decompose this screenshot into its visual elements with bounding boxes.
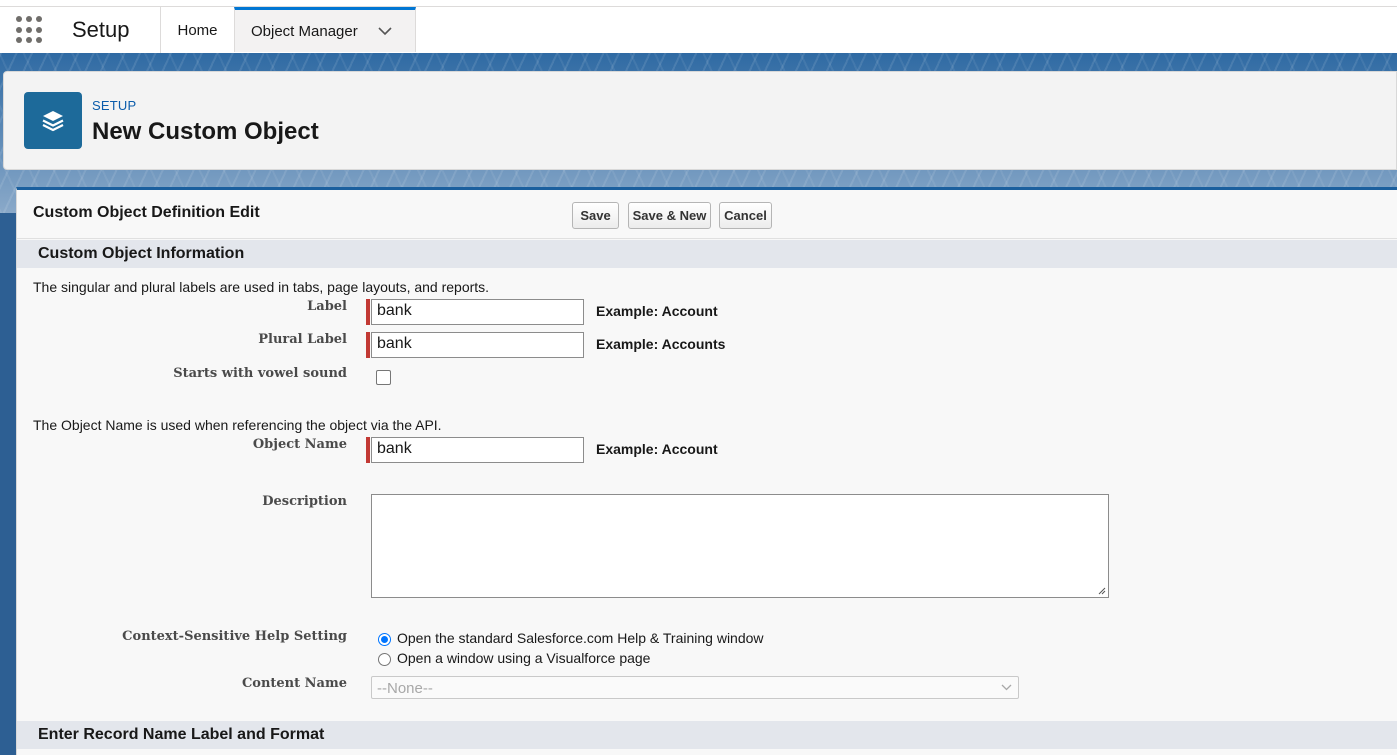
object-name-help-text: The Object Name is used when referencing… [33, 417, 442, 433]
label-input[interactable]: bank [371, 299, 584, 325]
description-label: Description [262, 494, 347, 509]
tab-home[interactable]: Home [161, 7, 234, 54]
required-indicator [366, 299, 370, 325]
plural-label-field-label: Plural Label [258, 332, 347, 347]
object-name-example: Example: Account [596, 441, 718, 457]
description-textarea[interactable] [371, 494, 1109, 598]
custom-object-edit-panel: Custom Object Definition Edit Save Save … [16, 187, 1397, 755]
page-header: SETUP New Custom Object [3, 71, 1397, 170]
save-and-new-button[interactable]: Save & New [628, 202, 711, 229]
tab-object-manager-label: Object Manager [251, 22, 358, 40]
chevron-down-icon[interactable] [378, 26, 392, 36]
app-launcher-icon[interactable] [16, 16, 44, 44]
breadcrumb[interactable]: SETUP [92, 98, 136, 113]
help-option-visualforce-label[interactable]: Open a window using a Visualforce page [397, 650, 650, 666]
label-example: Example: Account [596, 303, 718, 319]
labels-help-text: The singular and plural labels are used … [33, 279, 490, 295]
required-indicator [366, 332, 370, 358]
label-field-label: Label [307, 299, 347, 314]
vowel-sound-checkbox[interactable] [376, 370, 391, 385]
section-title: Enter Record Name Label and Format [38, 726, 325, 743]
panel-title: Custom Object Definition Edit [33, 204, 260, 221]
required-indicator [366, 437, 370, 463]
help-option-standard-label[interactable]: Open the standard Salesforce.com Help & … [397, 630, 764, 646]
plural-label-input[interactable]: bank [371, 332, 584, 358]
object-name-field-label: Object Name [252, 437, 347, 452]
help-option-visualforce-radio[interactable] [378, 653, 391, 666]
save-button[interactable]: Save [572, 202, 619, 229]
top-navigation: Setup Home Object Manager [0, 6, 1397, 54]
object-name-input[interactable]: bank [371, 437, 584, 463]
help-setting-label: Context-Sensitive Help Setting [122, 629, 347, 644]
cancel-button[interactable]: Cancel [719, 202, 772, 229]
custom-object-icon [24, 92, 82, 149]
content-name-value: --None-- [377, 680, 433, 697]
layers-icon [42, 110, 64, 131]
tab-object-manager[interactable]: Object Manager [234, 7, 416, 52]
help-option-standard-radio[interactable] [378, 633, 391, 646]
resize-handle-icon[interactable] [1096, 585, 1106, 595]
section-header-record-name: Enter Record Name Label and Format [17, 721, 1397, 749]
panel-header: Custom Object Definition Edit Save Save … [17, 190, 1397, 239]
app-name: Setup [72, 17, 130, 42]
section-title: Custom Object Information [38, 245, 245, 262]
page-title: New Custom Object [92, 118, 319, 145]
plural-label-example: Example: Accounts [596, 336, 726, 352]
content-name-label: Content Name [241, 676, 347, 691]
vowel-sound-label: Starts with vowel sound [173, 366, 347, 381]
chevron-down-icon [1001, 684, 1012, 691]
content-name-select[interactable]: --None-- [371, 676, 1019, 699]
section-header-custom-object-information: Custom Object Information [17, 240, 1397, 268]
